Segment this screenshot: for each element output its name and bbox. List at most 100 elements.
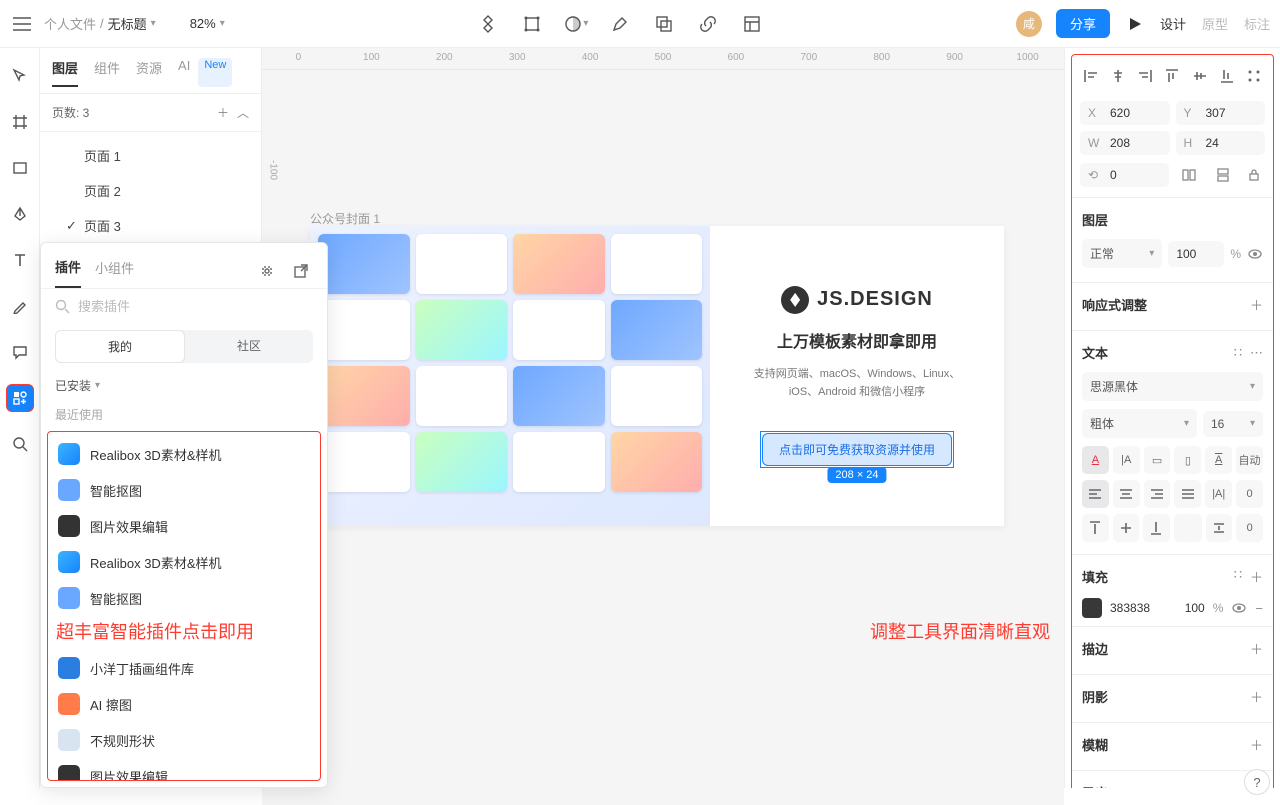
flip-h-icon[interactable]	[1175, 163, 1203, 187]
add-icon[interactable]: ＋	[1250, 567, 1263, 586]
artboard[interactable]: JS.DESIGN 上万模板素材即拿即用 支持网页端、macOS、Windows…	[310, 226, 1004, 526]
text-auto-w-icon[interactable]: ▭	[1144, 446, 1171, 474]
cta-button[interactable]: 点击即可免费获取资源并使用	[762, 433, 952, 466]
search-input[interactable]	[78, 299, 313, 314]
fill-style-icon[interactable]: ∷	[1234, 567, 1242, 586]
align-left-icon[interactable]	[1080, 65, 1101, 87]
plugin-item[interactable]: 不规则形状	[48, 722, 320, 758]
fill-hex[interactable]: 383838	[1110, 601, 1177, 615]
x-field[interactable]: X620	[1080, 101, 1170, 125]
letter-spacing-icon[interactable]: |A|	[1205, 480, 1232, 508]
letter-spacing-val[interactable]: 0	[1236, 480, 1263, 508]
canvas[interactable]: 01002003004005006007008009001000 -100 公众…	[262, 48, 1064, 805]
align-vcenter-icon[interactable]	[1189, 65, 1210, 87]
fontsize-select[interactable]: 16▾	[1203, 411, 1263, 437]
pencil-tool[interactable]	[6, 292, 34, 320]
flip-v-icon[interactable]	[1209, 163, 1237, 187]
align-bottom-icon[interactable]	[1216, 65, 1237, 87]
rectangle-tool[interactable]	[6, 154, 34, 182]
plugin-item[interactable]: AI 擦图	[48, 686, 320, 722]
lock-icon[interactable]	[1243, 163, 1265, 187]
align-right-text-icon[interactable]	[1144, 480, 1171, 508]
remove-icon[interactable]: −	[1255, 601, 1263, 616]
text-color-icon[interactable]: A	[1082, 446, 1109, 474]
tab-plugins[interactable]: 插件	[55, 257, 81, 288]
text-style-icon[interactable]: ∷	[1234, 345, 1242, 361]
pen-tool[interactable]	[6, 200, 34, 228]
tab-ai[interactable]: AI	[178, 58, 190, 87]
text-tool[interactable]	[6, 246, 34, 274]
blend-select[interactable]: 正常▾	[1082, 239, 1162, 268]
tab-components[interactable]: 组件	[94, 58, 120, 87]
align-center-text-icon[interactable]	[1113, 480, 1140, 508]
line-height-icon[interactable]: A	[1205, 446, 1232, 474]
cursor-tool[interactable]	[6, 62, 34, 90]
align-top-icon[interactable]	[1162, 65, 1183, 87]
tab-layers[interactable]: 图层	[52, 58, 78, 87]
pages-header[interactable]: 页数: 3 ＋︿	[40, 93, 261, 132]
popout-icon[interactable]	[293, 263, 313, 283]
frame-tool[interactable]	[6, 108, 34, 136]
cta-selected[interactable]: 点击即可免费获取资源并使用 208 × 24	[762, 433, 952, 466]
add-icon[interactable]: ＋	[1250, 639, 1263, 658]
text-case-icon[interactable]: |A	[1113, 446, 1140, 474]
component-icon[interactable]	[476, 12, 500, 36]
valign-bot-icon[interactable]	[1143, 514, 1170, 542]
rotate-field[interactable]: ⟲0	[1080, 163, 1169, 187]
text-auto[interactable]: 自动	[1236, 446, 1263, 474]
distribute-icon[interactable]	[1244, 65, 1265, 87]
plugin-item[interactable]: Realibox 3D素材&样机	[48, 544, 320, 580]
page-item[interactable]: 页面 2	[40, 173, 261, 208]
plugin-item[interactable]: Realibox 3D素材&样机	[48, 436, 320, 472]
align-justify-text-icon[interactable]	[1174, 480, 1201, 508]
edit-icon[interactable]	[608, 12, 632, 36]
plugin-item[interactable]: 图片效果编辑	[48, 508, 320, 544]
installed-dropdown[interactable]: 已安装▾	[41, 369, 327, 402]
page-item[interactable]: ✓页面 3	[40, 208, 261, 243]
page-item[interactable]: 页面 1	[40, 138, 261, 173]
share-button[interactable]: 分享	[1056, 9, 1110, 38]
menu-icon[interactable]	[10, 12, 34, 36]
align-hcenter-icon[interactable]	[1107, 65, 1128, 87]
weight-select[interactable]: 粗体▾	[1082, 409, 1197, 438]
opacity-field[interactable]: 100	[1168, 241, 1224, 267]
line-height-val[interactable]: 0	[1236, 514, 1263, 542]
settings-icon[interactable]	[259, 263, 279, 283]
align-left-text-icon[interactable]	[1082, 480, 1109, 508]
comment-tool[interactable]	[6, 338, 34, 366]
mask-icon[interactable]: ▾	[564, 12, 588, 36]
add-icon[interactable]: ＋	[1250, 687, 1263, 706]
eye-icon[interactable]	[1247, 246, 1263, 262]
paragraph-spacing-icon[interactable]	[1206, 514, 1233, 542]
add-icon[interactable]: ＋	[1250, 735, 1263, 754]
link-icon[interactable]	[696, 12, 720, 36]
help-button[interactable]: ?	[1244, 769, 1270, 795]
seg-mine[interactable]: 我的	[55, 330, 185, 363]
boolean-icon[interactable]	[652, 12, 676, 36]
tab-prototype[interactable]: 原型	[1202, 14, 1228, 33]
y-field[interactable]: Y307	[1176, 101, 1266, 125]
valign-top-icon[interactable]	[1082, 514, 1109, 542]
more-icon[interactable]: ⋯	[1250, 345, 1263, 361]
seg-community[interactable]: 社区	[185, 330, 313, 363]
search-tool[interactable]	[6, 430, 34, 458]
avatar[interactable]: 咸	[1016, 11, 1042, 37]
tab-widgets[interactable]: 小组件	[95, 258, 134, 287]
plugin-item[interactable]: 智能抠图	[48, 472, 320, 508]
breadcrumb[interactable]: 个人文件 / 无标题 ▾	[44, 14, 156, 33]
eye-icon[interactable]	[1231, 600, 1247, 616]
frame-label[interactable]: 公众号封面 1	[310, 210, 380, 227]
plugins-tool[interactable]	[6, 384, 34, 412]
plugin-search[interactable]	[41, 288, 327, 324]
collapse-icon[interactable]: ︿	[237, 104, 249, 121]
add-page-icon[interactable]: ＋	[217, 104, 229, 121]
plugin-item[interactable]: 图片效果编辑	[48, 758, 320, 781]
plugin-item[interactable]: 小洋丁插画组件库	[48, 650, 320, 686]
plugin-item[interactable]: 智能抠图	[48, 580, 320, 616]
w-field[interactable]: W208	[1080, 131, 1170, 155]
tab-annotate[interactable]: 标注	[1244, 14, 1270, 33]
h-field[interactable]: H24	[1176, 131, 1266, 155]
font-select[interactable]: 思源黑体▾	[1082, 372, 1263, 401]
text-auto-h-icon[interactable]: ▯	[1174, 446, 1201, 474]
align-right-icon[interactable]	[1135, 65, 1156, 87]
